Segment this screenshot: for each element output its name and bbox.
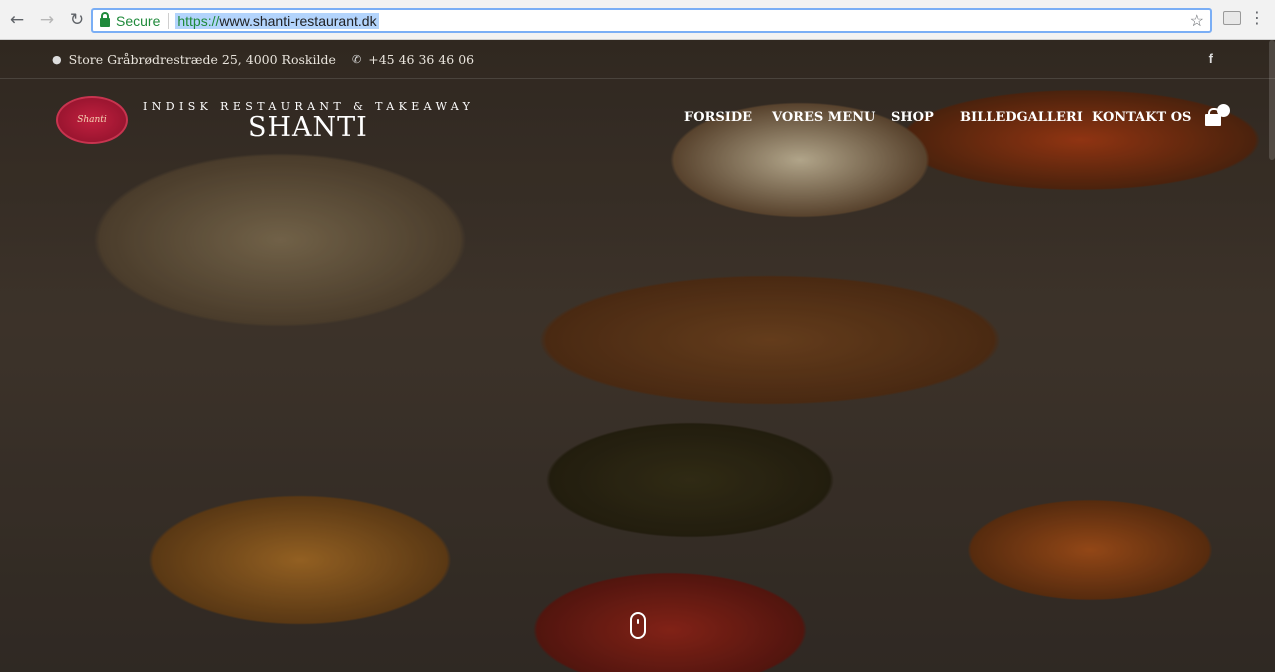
map-marker-icon: ● <box>52 53 62 66</box>
scrollbar[interactable] <box>1269 40 1275 160</box>
address-text: Store Gråbrødrestræde 25, 4000 Roskilde <box>68 52 336 67</box>
address-bar[interactable]: Secure https://www.shanti-restaurant.dk … <box>91 8 1212 33</box>
cart-badge <box>1217 104 1230 117</box>
browser-chrome: ← → ↻ Secure https://www.shanti-restaura… <box>0 0 1275 40</box>
url-protocol: https:// <box>177 12 220 29</box>
nav-shop[interactable]: SHOP <box>891 110 934 125</box>
facebook-icon[interactable]: f <box>1209 51 1213 66</box>
secure-label: Secure <box>116 12 161 29</box>
lock-icon <box>100 11 110 27</box>
nav-forside[interactable]: FORSIDE <box>684 110 752 125</box>
logo[interactable]: Shanti <box>56 96 128 144</box>
phone-icon: ✆ <box>352 53 362 66</box>
extension-icon[interactable] <box>1223 11 1241 25</box>
phone-info[interactable]: ✆ +45 46 36 46 06 <box>352 52 474 67</box>
url-host: www.shanti-restaurant.dk <box>219 12 377 29</box>
forward-icon[interactable]: → <box>34 7 60 33</box>
browser-menu-icon[interactable]: ⋮ <box>1249 10 1265 26</box>
divider <box>168 12 170 29</box>
address-info: ● Store Gråbrødrestræde 25, 4000 Roskild… <box>52 52 336 67</box>
hero-section: ● Store Gråbrødrestræde 25, 4000 Roskild… <box>0 40 1275 672</box>
hero-overlay <box>0 40 1275 672</box>
nav-vores-menu[interactable]: VORES MENU <box>772 110 875 125</box>
nav-kontakt-os[interactable]: KONTAKT OS <box>1092 110 1191 125</box>
reload-icon[interactable]: ↻ <box>64 7 90 33</box>
phone-text[interactable]: +45 46 36 46 06 <box>368 52 474 67</box>
shopping-bag-icon <box>1205 108 1221 126</box>
top-info-bar: ● Store Gråbrødrestræde 25, 4000 Roskild… <box>0 40 1275 79</box>
url-text[interactable]: https://www.shanti-restaurant.dk <box>175 12 379 29</box>
back-icon[interactable]: ← <box>4 7 30 33</box>
cart-icon[interactable] <box>1204 104 1230 128</box>
bookmark-star-icon[interactable]: ☆ <box>1190 11 1204 31</box>
logo-text: Shanti <box>77 115 107 125</box>
scroll-down-icon[interactable] <box>630 612 646 639</box>
brand-name[interactable]: SHANTI <box>248 112 368 143</box>
nav-billedgalleri[interactable]: BILLEDGALLERI <box>960 110 1083 125</box>
